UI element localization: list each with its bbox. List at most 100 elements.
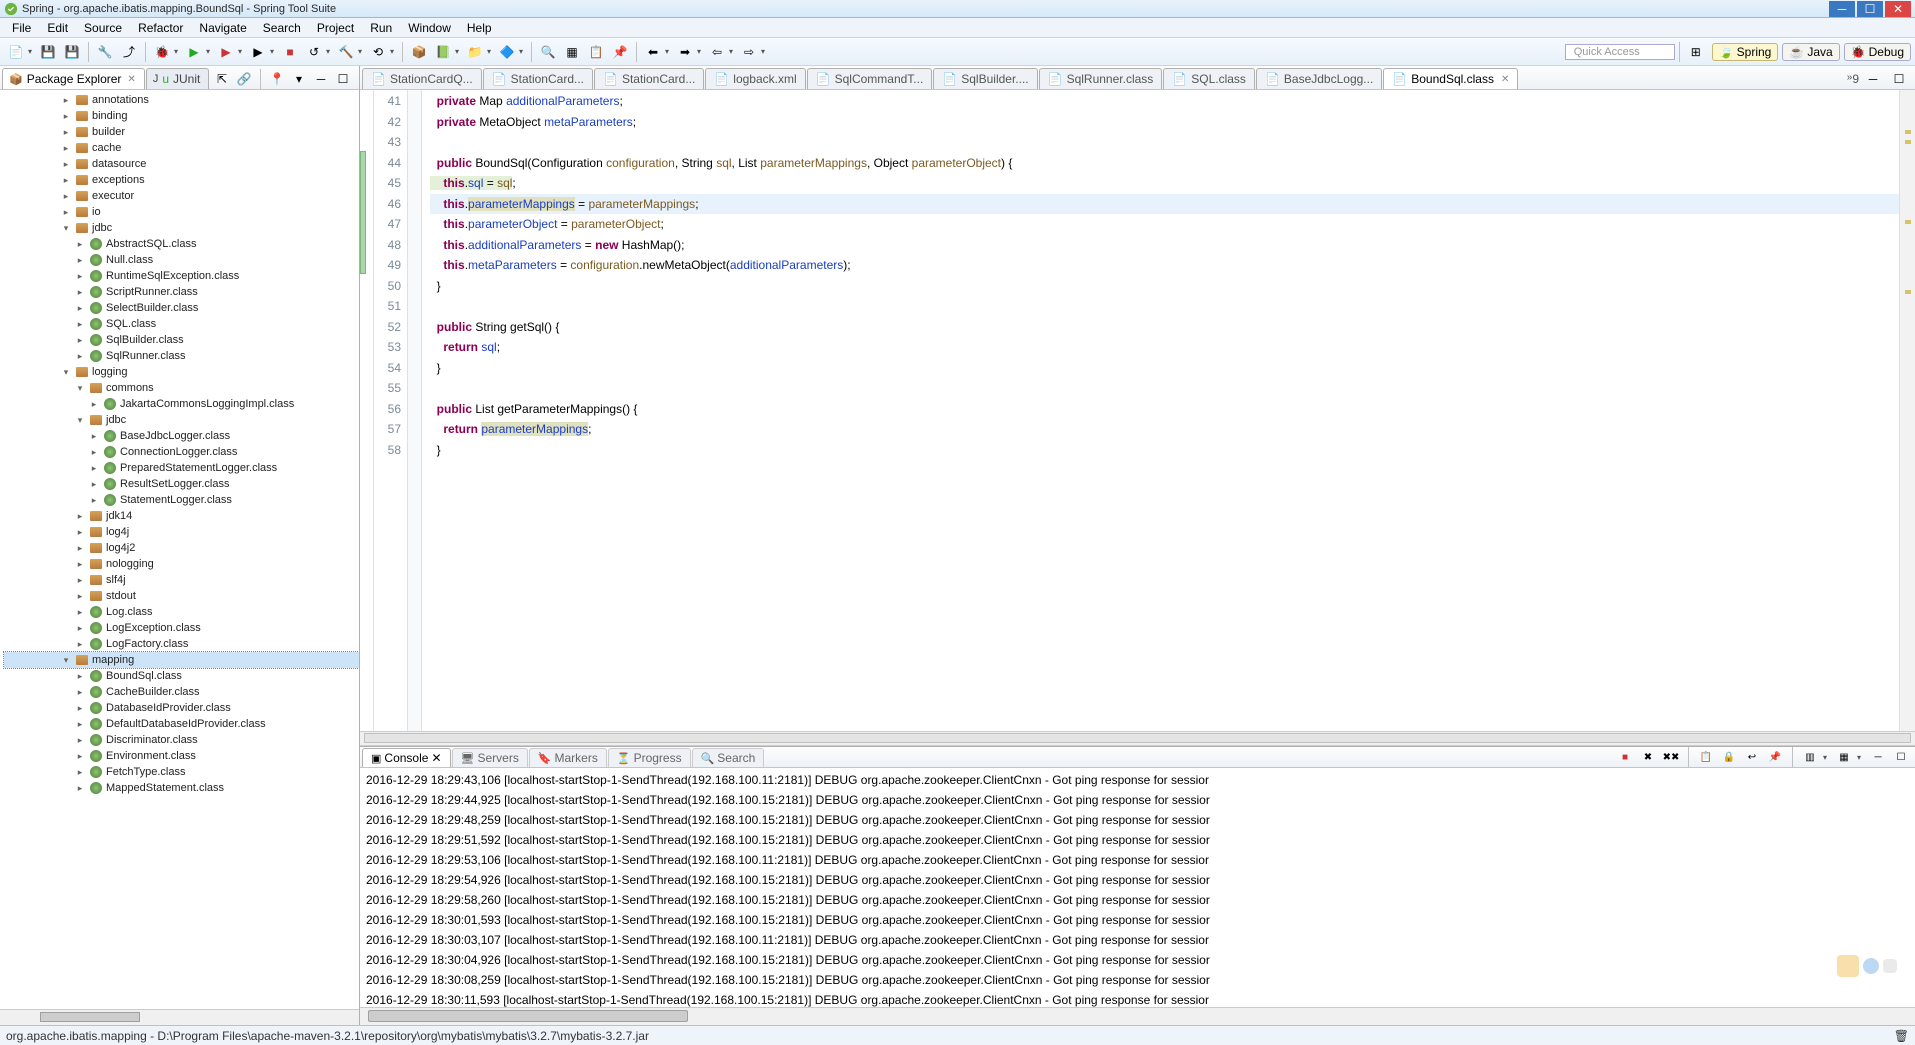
code-area[interactable]: private Map additionalParameters; privat… bbox=[422, 90, 1899, 731]
tree-item[interactable]: ▸RuntimeSqlException.class bbox=[4, 268, 359, 284]
perspective-spring[interactable]: 🍃Spring bbox=[1712, 43, 1779, 61]
tree-item[interactable]: ▸SqlRunner.class bbox=[4, 348, 359, 364]
console-output[interactable]: 2016-12-29 18:29:43,106 [localhost-start… bbox=[360, 768, 1915, 1007]
open-task-button[interactable]: 🔧 bbox=[95, 42, 115, 62]
word-wrap-button[interactable]: ↩ bbox=[1744, 749, 1760, 765]
view-menu-button[interactable]: ▾ bbox=[291, 71, 307, 87]
tree-twisty-icon[interactable]: ▸ bbox=[60, 207, 72, 218]
tree-twisty-icon[interactable]: ▸ bbox=[74, 319, 86, 330]
editor-tab[interactable]: 📄logback.xml bbox=[705, 68, 805, 89]
save-all-button[interactable]: 💾 bbox=[62, 42, 82, 62]
run-last-button[interactable]: ▶ bbox=[216, 42, 236, 62]
minimize-view-button[interactable]: ─ bbox=[313, 71, 329, 87]
perspective-debug[interactable]: 🐞Debug bbox=[1844, 43, 1911, 61]
open-type-button[interactable]: 🔷 bbox=[497, 42, 517, 62]
annotation-button[interactable]: 📋 bbox=[586, 42, 606, 62]
tree-item[interactable]: ▸log4j bbox=[4, 524, 359, 540]
editor-tab[interactable]: 📄SqlRunner.class bbox=[1039, 68, 1163, 89]
tree-twisty-icon[interactable]: ▾ bbox=[60, 223, 72, 234]
editor-tab[interactable]: 📄BaseJdbcLogg... bbox=[1256, 68, 1382, 89]
clear-console-button[interactable]: 📋 bbox=[1698, 749, 1714, 765]
new-pkg-button[interactable]: 📦 bbox=[409, 42, 429, 62]
minimize-editor-button[interactable]: ─ bbox=[1863, 69, 1883, 89]
tree-twisty-icon[interactable]: ▸ bbox=[88, 399, 100, 410]
menu-edit[interactable]: Edit bbox=[39, 19, 76, 37]
tab-package-explorer[interactable]: 📦 Package Explorer✕ bbox=[2, 68, 145, 89]
tree-twisty-icon[interactable]: ▸ bbox=[74, 255, 86, 266]
menu-project[interactable]: Project bbox=[309, 19, 362, 37]
tree-twisty-icon[interactable]: ▸ bbox=[74, 527, 86, 538]
tree-twisty-icon[interactable]: ▸ bbox=[74, 703, 86, 714]
tree-twisty-icon[interactable]: ▸ bbox=[74, 575, 86, 586]
tree-item[interactable]: ▸slf4j bbox=[4, 572, 359, 588]
menu-run[interactable]: Run bbox=[362, 19, 400, 37]
relaunch-button[interactable]: ↺ bbox=[304, 42, 324, 62]
tree-item[interactable]: ▸FetchType.class bbox=[4, 764, 359, 780]
quick-access-input[interactable]: Quick Access bbox=[1565, 44, 1675, 60]
overflow-indicator[interactable]: »9 bbox=[1847, 72, 1859, 86]
tree-item[interactable]: ▸annotations bbox=[4, 92, 359, 108]
tree-item[interactable]: ▸ResultSetLogger.class bbox=[4, 476, 359, 492]
tree-twisty-icon[interactable]: ▸ bbox=[74, 719, 86, 730]
tree-twisty-icon[interactable]: ▸ bbox=[74, 335, 86, 346]
editor-tab[interactable]: 📄StationCardQ... bbox=[362, 68, 482, 89]
run-button[interactable]: ▶ bbox=[184, 42, 204, 62]
tree-twisty-icon[interactable]: ▸ bbox=[74, 303, 86, 314]
tree-item[interactable]: ▸DatabaseIdProvider.class bbox=[4, 700, 359, 716]
tree-twisty-icon[interactable]: ▾ bbox=[74, 415, 86, 426]
build-button[interactable]: 🔨 bbox=[336, 42, 356, 62]
menu-refactor[interactable]: Refactor bbox=[130, 19, 191, 37]
tree-item[interactable]: ▸binding bbox=[4, 108, 359, 124]
tree-item[interactable]: ▸cache bbox=[4, 140, 359, 156]
tree-item[interactable]: ▸BoundSql.class bbox=[4, 668, 359, 684]
tree-twisty-icon[interactable]: ▸ bbox=[88, 463, 100, 474]
tab-console[interactable]: ▣ Console ✕ bbox=[362, 748, 451, 767]
tree-item[interactable]: ▸StatementLogger.class bbox=[4, 492, 359, 508]
tree-twisty-icon[interactable]: ▸ bbox=[74, 767, 86, 778]
menu-navigate[interactable]: Navigate bbox=[191, 19, 254, 37]
tree-twisty-icon[interactable]: ▸ bbox=[74, 543, 86, 554]
fwd-button[interactable]: ⇨ bbox=[739, 42, 759, 62]
tree-twisty-icon[interactable]: ▸ bbox=[74, 511, 86, 522]
tree-twisty-icon[interactable]: ▸ bbox=[74, 559, 86, 570]
tab-junit[interactable]: Ju JUnit bbox=[146, 68, 210, 89]
window-close-button[interactable]: ✕ bbox=[1885, 1, 1911, 17]
console-hscroll[interactable] bbox=[360, 1007, 1915, 1025]
tree-item[interactable]: ▾jdbc bbox=[4, 412, 359, 428]
terminate-button[interactable]: ■ bbox=[1617, 749, 1633, 765]
tree-twisty-icon[interactable]: ▸ bbox=[60, 95, 72, 106]
remove-launch-button[interactable]: ✖ bbox=[1640, 749, 1656, 765]
line-numbers[interactable]: 414243444546474849505152535455565758 bbox=[374, 90, 408, 731]
package-tree[interactable]: ▸annotations▸binding▸builder▸cache▸datas… bbox=[0, 90, 359, 1009]
display-console-button[interactable]: ▥ bbox=[1802, 749, 1818, 765]
tree-twisty-icon[interactable]: ▸ bbox=[60, 111, 72, 122]
tree-twisty-icon[interactable]: ▸ bbox=[74, 239, 86, 250]
tree-item[interactable]: ▸Discriminator.class bbox=[4, 732, 359, 748]
tree-item[interactable]: ▸builder bbox=[4, 124, 359, 140]
editor-tab[interactable]: 📄BoundSql.class✕ bbox=[1383, 68, 1518, 89]
perspective-java[interactable]: ☕Java bbox=[1782, 43, 1839, 61]
tab-search[interactable]: 🔍 Search bbox=[692, 748, 765, 767]
tree-item[interactable]: ▸exceptions bbox=[4, 172, 359, 188]
tree-item[interactable]: ▸DefaultDatabaseIdProvider.class bbox=[4, 716, 359, 732]
maximize-view-button[interactable]: ☐ bbox=[335, 71, 351, 87]
open-perspective-button[interactable]: ⊞ bbox=[1686, 42, 1706, 62]
tree-item[interactable]: ▾jdbc bbox=[4, 220, 359, 236]
tree-item[interactable]: ▸Log.class bbox=[4, 604, 359, 620]
close-icon[interactable]: ✕ bbox=[431, 751, 441, 765]
tree-item[interactable]: ▸PreparedStatementLogger.class bbox=[4, 460, 359, 476]
tree-twisty-icon[interactable]: ▸ bbox=[74, 751, 86, 762]
tab-markers[interactable]: 🔖 Markers bbox=[529, 748, 607, 767]
annotation-ruler[interactable] bbox=[360, 90, 374, 731]
tree-twisty-icon[interactable]: ▸ bbox=[74, 623, 86, 634]
scroll-lock-button[interactable]: 🔒 bbox=[1721, 749, 1737, 765]
tree-twisty-icon[interactable]: ▾ bbox=[60, 655, 72, 666]
next-button[interactable]: ⬅ bbox=[643, 42, 663, 62]
tree-item[interactable]: ▸io bbox=[4, 204, 359, 220]
tree-twisty-icon[interactable]: ▸ bbox=[74, 783, 86, 794]
coverage-button[interactable]: ▶ bbox=[248, 42, 268, 62]
code-editor[interactable]: 414243444546474849505152535455565758 pri… bbox=[360, 90, 1915, 731]
tree-twisty-icon[interactable]: ▸ bbox=[74, 287, 86, 298]
tree-item[interactable]: ▸SqlBuilder.class bbox=[4, 332, 359, 348]
tree-twisty-icon[interactable]: ▸ bbox=[74, 735, 86, 746]
